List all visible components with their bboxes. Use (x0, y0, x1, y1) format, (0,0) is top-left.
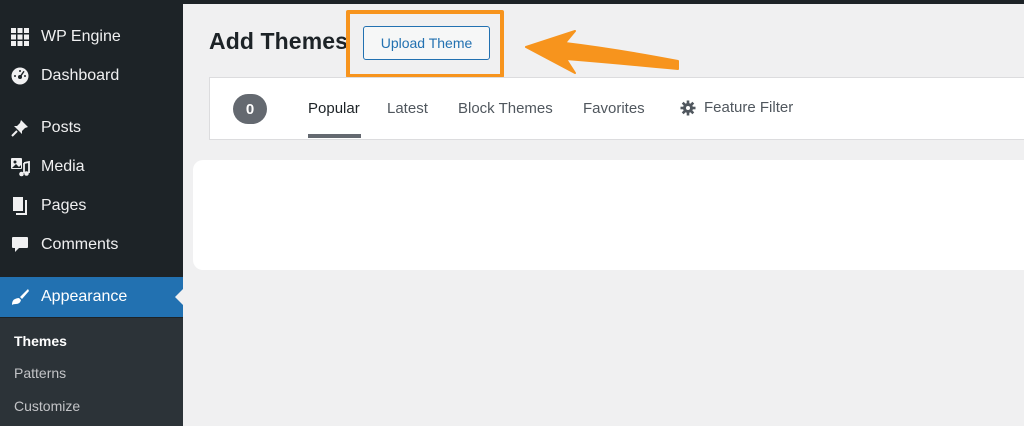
paintbrush-icon (10, 287, 30, 307)
themes-content-area (193, 160, 1024, 270)
feature-filter-label: Feature Filter (704, 99, 794, 116)
tab-active-underline (308, 134, 361, 138)
sidebar-item-comments[interactable]: Comments (0, 227, 183, 263)
sidebar-item-appearance[interactable]: Appearance (0, 277, 183, 317)
feature-filter-button[interactable]: Feature Filter (680, 99, 793, 116)
submenu-item-customize[interactable]: Customize (14, 398, 80, 414)
active-indicator (175, 289, 183, 305)
submenu-item-patterns[interactable]: Patterns (14, 365, 66, 381)
dashboard-gauge-icon (10, 66, 30, 86)
sidebar-item-label: WP Engine (41, 28, 121, 45)
pushpin-icon (10, 118, 30, 138)
sidebar-item-label: Appearance (41, 288, 128, 305)
admin-top-bar (0, 0, 1024, 4)
orange-arrow-icon (525, 30, 679, 74)
pages-icon (10, 196, 30, 216)
sidebar-item-pages[interactable]: Pages (0, 188, 183, 224)
sidebar-item-label: Media (41, 158, 85, 175)
sidebar-item-label: Pages (41, 197, 87, 214)
gear-icon (680, 100, 696, 115)
tab-latest[interactable]: Latest (387, 100, 428, 117)
sidebar-item-label: Comments (41, 236, 119, 253)
wp-engine-icon (10, 27, 30, 47)
comment-bubble-icon (10, 235, 30, 255)
admin-sidebar: WP Engine Dashboard Posts Media Pages Co… (0, 0, 183, 426)
sidebar-item-media[interactable]: Media (0, 149, 183, 185)
submenu-item-themes[interactable]: Themes (14, 333, 67, 349)
sidebar-item-posts[interactable]: Posts (0, 110, 183, 146)
page-title: Add Themes (209, 28, 349, 54)
sidebar-item-label: Posts (41, 119, 82, 136)
tab-popular[interactable]: Popular (308, 100, 360, 117)
media-icon (10, 157, 30, 177)
appearance-submenu: Themes Patterns Customize (0, 318, 183, 426)
tab-favorites[interactable]: Favorites (583, 100, 645, 117)
upload-theme-button[interactable]: Upload Theme (363, 26, 490, 60)
theme-filter-bar: 0 Popular Latest Block Themes Favorites … (209, 77, 1024, 140)
tab-block-themes[interactable]: Block Themes (458, 100, 553, 117)
theme-count-badge: 0 (233, 94, 267, 124)
sidebar-item-label: Dashboard (41, 67, 120, 84)
sidebar-item-wp-engine[interactable]: WP Engine (0, 19, 183, 55)
sidebar-item-dashboard[interactable]: Dashboard (0, 58, 183, 94)
